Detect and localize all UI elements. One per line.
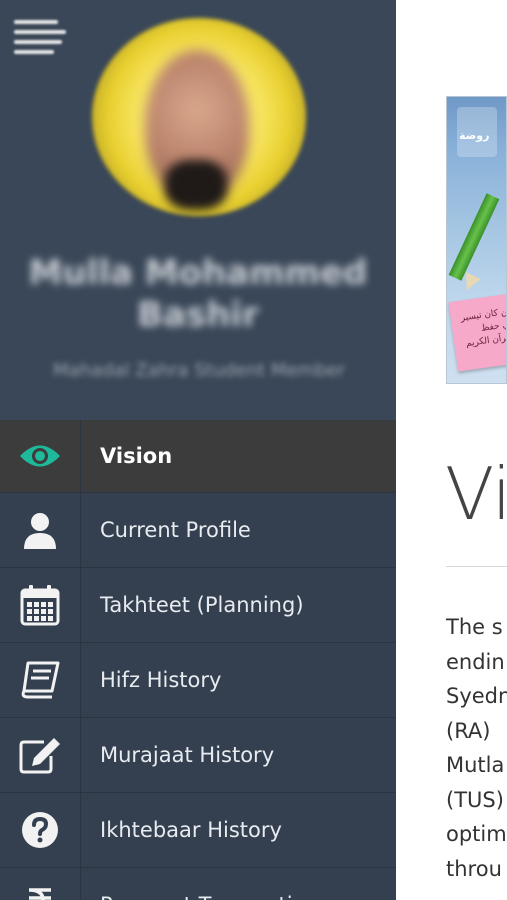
edit-icon <box>19 738 60 774</box>
paragraph-line: throu <box>446 856 502 881</box>
calendar-icon <box>20 585 60 626</box>
navigation-drawer: Mulla Mohammed Bashir Mahadal Zahra Stud… <box>0 0 396 900</box>
book-icon <box>21 661 60 699</box>
menu-item-label: Current Profile <box>100 518 251 542</box>
user-icon <box>24 513 56 549</box>
menu-item-current-profile[interactable]: Current Profile <box>0 493 396 568</box>
menu-item-ikhtebaar-history[interactable]: Ikhtebaar History <box>0 793 396 868</box>
paragraph-line: (RA) <box>446 718 491 743</box>
menu-icon[interactable] <box>14 20 70 64</box>
menu-icon-cell <box>0 420 81 492</box>
sticky-note: من كان تيسير في حفظ القرآن الكريم <box>448 292 507 372</box>
profile-subtitle: Mahadal Zahra Student Member <box>53 360 345 381</box>
rupee-icon <box>28 888 51 900</box>
menu-item-label: Vision <box>100 444 173 468</box>
profile-name: Mulla Mohammed Bashir <box>0 252 396 336</box>
question-icon <box>22 812 58 848</box>
paragraph-line: The s <box>446 615 503 639</box>
drawer-menu: Vision Current Profile Takhteet (Plannin… <box>0 420 396 900</box>
content-paragraph: The s endin Syedn (RA) Mutla (TUS) optim throu <box>446 610 507 886</box>
paragraph-line: Mutla <box>446 753 505 777</box>
menu-item-label: Murajaat History <box>100 743 275 767</box>
paragraph-line: optim <box>446 822 507 846</box>
menu-icon-cell <box>0 718 81 792</box>
avatar-beard <box>165 160 227 210</box>
sticky-note-text: من كان تيسير في حفظ القرآن الكريم <box>460 306 507 350</box>
drawer-header: Mulla Mohammed Bashir Mahadal Zahra Stud… <box>0 0 396 420</box>
pencil-graphic <box>448 193 500 281</box>
menu-icon-cell <box>0 868 81 900</box>
menu-icon-cell <box>0 793 81 867</box>
profile-name-line1: Mulla Mohammed <box>28 253 368 293</box>
banner-logo: روضة <box>457 107 497 157</box>
banner-logo-text: روضة <box>459 129 490 142</box>
title-divider <box>446 566 507 567</box>
profile-name-line2: Bashir <box>137 295 259 335</box>
menu-item-murajaat-history[interactable]: Murajaat History <box>0 718 396 793</box>
menu-item-label: Takhteet (Planning) <box>100 593 304 617</box>
menu-item-hifz-history[interactable]: Hifz History <box>0 643 396 718</box>
menu-icon-cell <box>0 643 81 717</box>
paragraph-line: (TUS) <box>446 787 504 812</box>
paragraph-line: endin <box>446 649 505 674</box>
menu-item-label: Payment Transactions <box>100 868 330 900</box>
page-title: Vi <box>445 452 507 536</box>
menu-icon-cell <box>0 493 81 567</box>
menu-icon-cell <box>0 568 81 642</box>
menu-item-vision[interactable]: Vision <box>0 420 396 493</box>
menu-item-payment-transactions[interactable]: Payment Transactions <box>0 868 396 900</box>
banner-image[interactable]: روضة من كان تيسير في حفظ القرآن الكريم <box>446 96 507 384</box>
menu-item-takhteet[interactable]: Takhteet (Planning) <box>0 568 396 643</box>
menu-item-label: Hifz History <box>100 668 222 692</box>
paragraph-line: Syedn <box>446 684 507 708</box>
menu-item-label: Ikhtebaar History <box>100 818 282 842</box>
eye-icon <box>20 445 60 467</box>
